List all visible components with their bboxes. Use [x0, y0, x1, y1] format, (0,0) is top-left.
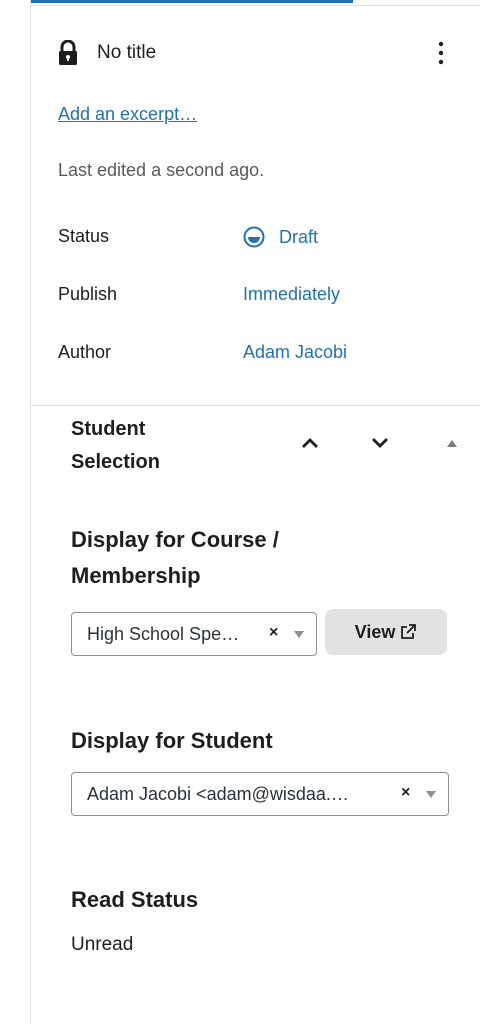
post-title: No title — [97, 42, 157, 63]
read-status-heading: Read Status — [71, 887, 199, 912]
author-label: Author — [58, 342, 112, 362]
view-course-button[interactable]: View — [325, 609, 447, 655]
lock-icon — [57, 39, 79, 66]
publish-value-button[interactable]: Immediately — [243, 284, 340, 305]
more-options-button[interactable] — [431, 35, 451, 71]
active-tab-indicator — [31, 0, 353, 3]
student-selected-value: Adam Jacobi <adam@wisdaa.… — [87, 784, 349, 804]
post-summary-header: No title — [57, 33, 451, 73]
document-settings-panel: No title Add an excerpt… Last edited a s… — [30, 0, 480, 1024]
course-clear-button[interactable]: × — [269, 624, 278, 642]
chevron-down-icon — [372, 438, 388, 448]
course-membership-select[interactable]: High School Spe… × — [71, 612, 317, 656]
tab-divider — [31, 5, 480, 6]
status-value-button[interactable]: Draft — [243, 226, 318, 248]
student-dropdown-arrow-icon[interactable] — [426, 791, 436, 798]
section-divider — [31, 405, 480, 406]
add-excerpt-link[interactable]: Add an excerpt… — [58, 104, 197, 125]
move-down-button[interactable] — [363, 426, 397, 460]
chevron-up-icon — [302, 438, 318, 448]
status-row: Status Draft — [58, 222, 458, 252]
view-button-label: View — [354, 621, 396, 642]
author-value-button[interactable]: Adam Jacobi — [243, 342, 347, 363]
student-select[interactable]: Adam Jacobi <adam@wisdaa.… × — [71, 772, 449, 816]
publish-row: Publish Immediately — [58, 280, 458, 310]
move-up-button[interactable] — [293, 426, 327, 460]
toggle-panel-button[interactable] — [435, 426, 469, 460]
metabox-title: Student Selection — [71, 418, 160, 473]
publish-label: Publish — [58, 284, 118, 304]
student-heading: Display for Student — [71, 728, 273, 753]
more-vertical-icon — [438, 41, 444, 65]
read-status-value: Unread — [71, 934, 134, 955]
course-dropdown-arrow-icon[interactable] — [294, 631, 304, 638]
course-membership-heading: Display for Course / Membership — [71, 527, 279, 588]
last-edited-text: Last edited a second ago. — [58, 160, 265, 180]
triangle-up-icon — [447, 440, 457, 447]
draft-status-icon — [243, 226, 265, 248]
external-link-icon — [399, 623, 417, 641]
course-selected-value: High School Spe… — [87, 624, 240, 644]
student-clear-button[interactable]: × — [401, 784, 410, 802]
status-label: Status — [58, 226, 110, 246]
status-value: Draft — [279, 226, 319, 247]
author-row: Author Adam Jacobi — [58, 338, 458, 368]
